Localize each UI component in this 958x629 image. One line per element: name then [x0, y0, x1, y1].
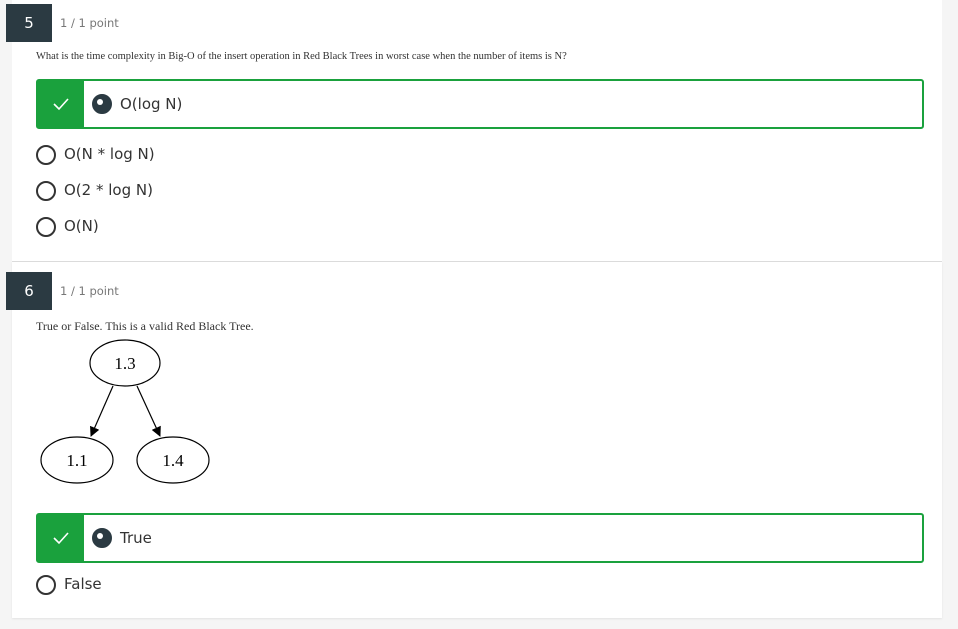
- selected-answer-box[interactable]: True: [36, 513, 924, 563]
- question-card-6: 6 1 / 1 point True or False. This is a v…: [6, 262, 942, 618]
- option-label: False: [64, 575, 102, 593]
- radio-selected[interactable]: [92, 528, 112, 548]
- radio-button[interactable]: [36, 181, 56, 201]
- question-points: 1 / 1 point: [60, 16, 119, 30]
- radio-button[interactable]: [36, 145, 56, 165]
- tree-node-right: 1.4: [136, 436, 210, 484]
- question-card-5: 5 1 / 1 point What is the time complexit…: [6, 0, 942, 261]
- question-points: 1 / 1 point: [60, 284, 119, 298]
- answer-label: True: [120, 529, 152, 547]
- tree-edge-right: [136, 385, 161, 437]
- selected-answer-box[interactable]: O(log N): [36, 79, 924, 129]
- option-label: O(N): [64, 217, 99, 235]
- correct-indicator: [38, 81, 84, 127]
- question-prompt: True or False. This is a valid Red Black…: [36, 319, 254, 333]
- tree-node-left: 1.1: [40, 436, 114, 484]
- answer-option[interactable]: O(N * log N): [36, 143, 336, 167]
- question-number: 5: [6, 4, 52, 42]
- check-icon: [53, 532, 69, 545]
- tree-node-label: 1.4: [162, 451, 184, 470]
- question-number: 6: [6, 272, 52, 310]
- radio-button[interactable]: [36, 575, 56, 595]
- tree-node-label: 1.1: [66, 451, 87, 470]
- check-icon: [53, 98, 69, 111]
- radio-selected[interactable]: [92, 94, 112, 114]
- answer-option[interactable]: O(2 * log N): [36, 179, 336, 203]
- correct-indicator: [38, 515, 84, 561]
- answer-option[interactable]: False: [36, 573, 336, 597]
- answer-label: O(log N): [120, 95, 183, 113]
- tree-edge-left: [90, 385, 114, 437]
- answer-option[interactable]: O(N): [36, 215, 336, 239]
- tree-node-root: 1.3: [89, 339, 161, 387]
- tree-node-label: 1.3: [114, 354, 135, 373]
- option-label: O(2 * log N): [64, 181, 153, 199]
- option-label: O(N * log N): [64, 145, 155, 163]
- question-prompt: What is the time complexity in Big-O of …: [36, 51, 567, 62]
- red-black-tree-diagram: 1.3 1.1 1.4: [40, 339, 210, 484]
- radio-button[interactable]: [36, 217, 56, 237]
